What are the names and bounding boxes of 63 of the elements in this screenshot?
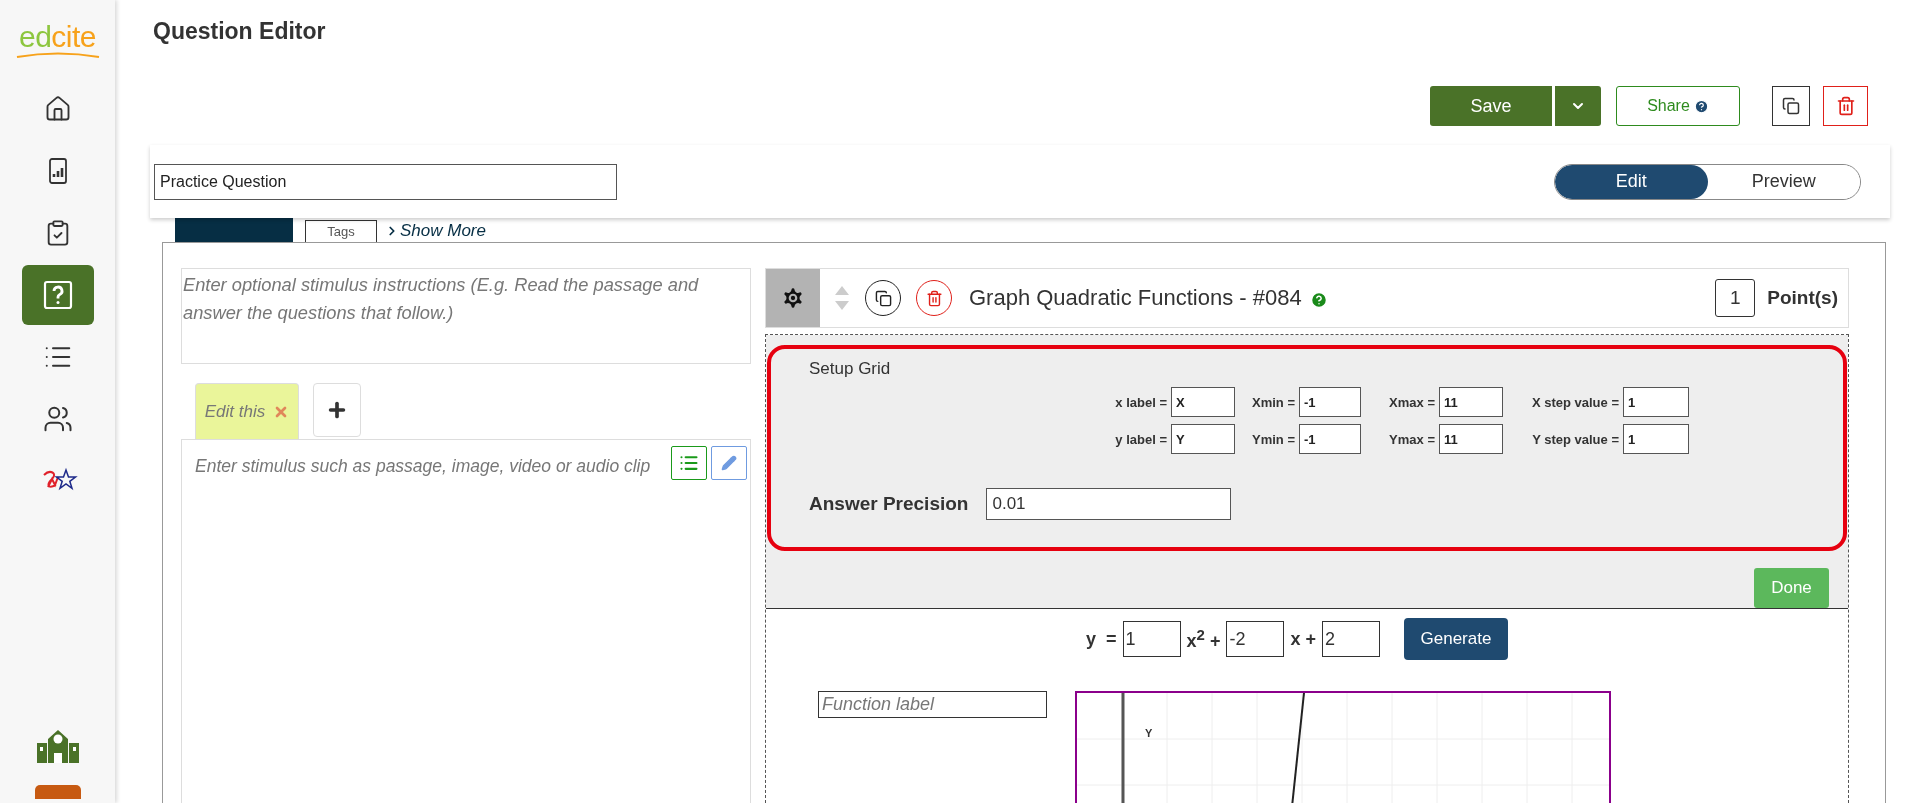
- grid-setting-field[interactable]: X: [1171, 387, 1235, 417]
- grid-setting-field[interactable]: 11: [1439, 387, 1503, 417]
- question-name-field[interactable]: Practice Question: [154, 163, 617, 200]
- share-button[interactable]: Share: [1616, 86, 1740, 126]
- show-more-link[interactable]: Show More: [400, 220, 486, 242]
- field-label: Ymin =: [1251, 430, 1295, 449]
- trash-icon: [1835, 96, 1856, 116]
- points-field[interactable]: 1: [1715, 279, 1756, 317]
- grid-setting-field[interactable]: 11: [1439, 424, 1503, 454]
- pencil-icon: [721, 455, 737, 471]
- field-label: Ymax =: [1388, 430, 1435, 449]
- question-icon: [41, 279, 74, 311]
- tile-icon: [34, 785, 81, 799]
- list-icon: [679, 453, 699, 473]
- settings-button[interactable]: [766, 269, 820, 327]
- instructions-field[interactable]: Enter optional stimulus instructions (E.g. Read the passage and answer the questions that follow.): [181, 268, 751, 364]
- plus-icon: [326, 399, 348, 421]
- equation-text: x$^{2}$ +: [1186, 626, 1221, 652]
- stimulus-tab[interactable]: Edit this: [195, 383, 299, 440]
- copy-icon: [874, 289, 892, 307]
- nav-item[interactable]: [21, 265, 94, 325]
- page-title: Question Editor: [153, 17, 327, 46]
- stimulus-placeholder: Enter stimulus such as passage, image, video or audio clip: [195, 456, 651, 477]
- field-label: x label =: [1114, 393, 1167, 412]
- axis-label: Y: [1145, 727, 1153, 739]
- trash-icon: [925, 289, 943, 307]
- coefficient-field[interactable]: 1: [1122, 621, 1181, 657]
- question-title: Graph Quadratic Functions - #084: [969, 285, 1302, 311]
- grid-setting-field[interactable]: 1: [1623, 387, 1689, 417]
- equation-text: x +: [1290, 628, 1316, 650]
- setup-grid-title: Setup Grid: [809, 359, 892, 379]
- duplicate-button[interactable]: [1772, 86, 1810, 126]
- field-label: Xmax =: [1388, 393, 1435, 412]
- help-icon[interactable]: [1309, 291, 1328, 309]
- school-icon: [34, 727, 81, 763]
- copy-icon: [1782, 97, 1800, 115]
- coefficient-field[interactable]: 2: [1321, 621, 1380, 657]
- equation-text: y =: [1086, 628, 1117, 650]
- function-label-field[interactable]: Function label: [818, 691, 1047, 718]
- coefficient-field[interactable]: -2: [1226, 621, 1285, 657]
- delete-button[interactable]: [1823, 86, 1868, 126]
- grid-setting-field[interactable]: -1: [1299, 387, 1361, 417]
- grid-setting-field[interactable]: -1: [1299, 424, 1361, 454]
- grid-setting-field[interactable]: 1: [1623, 424, 1689, 454]
- edit-button[interactable]: [711, 446, 747, 480]
- precision-label: Answer Precision: [809, 493, 969, 515]
- field-label: Y step value =: [1531, 430, 1619, 449]
- add-tab-button[interactable]: [313, 383, 361, 437]
- field-label: y label =: [1114, 430, 1167, 449]
- generate-button[interactable]: Generate: [1403, 618, 1508, 660]
- people-icon: [42, 404, 73, 434]
- help-icon: [1693, 98, 1709, 114]
- tags-tab[interactable]: Tags: [305, 220, 377, 242]
- stimulus-field[interactable]: Enter stimulus such as passage, image, video or audio clip: [181, 439, 751, 803]
- logo: edcite: [14, 22, 101, 58]
- points-label: Point(s): [1767, 287, 1838, 309]
- save-button[interactable]: Save: [1430, 86, 1552, 126]
- field-label: Xmin =: [1251, 393, 1295, 412]
- list-button[interactable]: [671, 446, 707, 480]
- grid-setting-field[interactable]: Y: [1171, 424, 1235, 454]
- field-label: X step value =: [1530, 393, 1619, 412]
- precision-field[interactable]: 0.01: [986, 488, 1232, 520]
- mode-tab[interactable]: Edit: [1555, 164, 1708, 199]
